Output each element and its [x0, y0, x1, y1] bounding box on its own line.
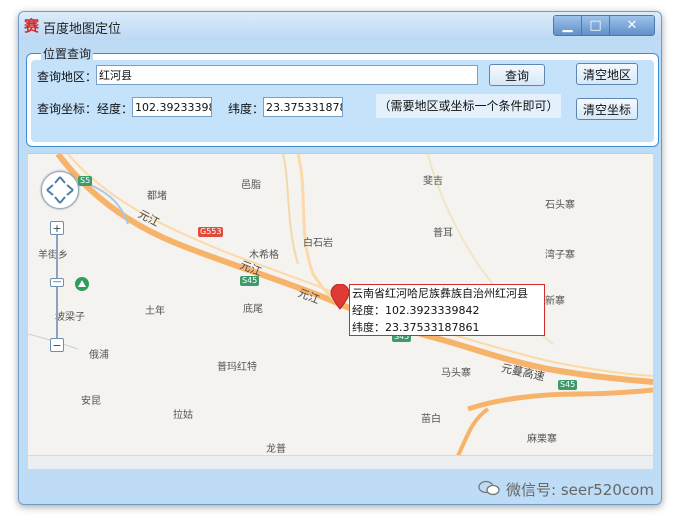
popup-lng: 经度：102.3923339842 — [352, 304, 480, 317]
minimize-button[interactable]: ▁ — [554, 16, 582, 35]
place-label: 新寨 — [545, 296, 565, 307]
zoom-out-button[interactable]: − — [50, 338, 64, 352]
pan-arrows-icon — [46, 176, 74, 204]
popup-lat: 纬度：23.37533187861 — [352, 321, 480, 334]
zoom-in-button[interactable]: + — [50, 221, 64, 235]
place-label: 苗白 — [421, 414, 441, 425]
query-panel: 查询地区： 红河县 查询 清空地区 查询坐标： 经度： 102.39233398… — [31, 60, 654, 142]
location-marker-icon[interactable] — [330, 284, 350, 310]
place-label: 拉姑 — [173, 410, 193, 421]
lng-input[interactable]: 102.392333984 — [132, 97, 212, 117]
pan-control[interactable] — [41, 171, 79, 209]
close-button[interactable]: ✕ — [610, 16, 654, 35]
road-shield: S45 — [240, 276, 260, 286]
place-label: 普玛红特 — [217, 362, 257, 373]
place-label: 羊街乡 — [38, 250, 68, 261]
watermark-text: 微信号: seer520com — [506, 481, 654, 499]
road-shield: S45 — [558, 380, 578, 390]
lng-label: 经度： — [97, 102, 134, 116]
place-label: 邑脂 — [241, 180, 261, 191]
place-label: 石头寨 — [545, 200, 575, 211]
clear-coord-button[interactable]: 清空坐标 — [576, 98, 638, 120]
clear-region-button[interactable]: 清空地区 — [576, 63, 638, 85]
region-label: 查询地区： — [37, 70, 98, 84]
place-label: 白石岩 — [303, 238, 333, 249]
map-horizontal-scrollbar[interactable] — [28, 455, 653, 469]
wechat-icon — [478, 480, 500, 496]
place-label: 都堵 — [147, 191, 167, 202]
zoom-slider-handle[interactable]: — — [50, 278, 64, 287]
hint-text: （需要地区或坐标一个条件即可） — [376, 94, 561, 118]
app-icon: 赛 — [24, 17, 40, 35]
lat-label: 纬度： — [228, 102, 265, 116]
app-window: 赛 百度地图定位 ▁ □ ✕ 位置查询 查询地区： 红河县 查询 清空地区 查询… — [18, 11, 662, 505]
window-controls: ▁ □ ✕ — [553, 15, 655, 36]
road-shield: S5 — [78, 176, 93, 186]
road-shield: G553 — [198, 227, 224, 237]
query-button[interactable]: 查询 — [489, 64, 545, 86]
place-label: 木希格 — [249, 250, 279, 261]
popup-address: 云南省红河哈尼族彝族自治州红河县 — [352, 287, 528, 300]
location-info-popup: 云南省红河哈尼族彝族自治州红河县 经度：102.3923339842 纬度：23… — [349, 284, 545, 336]
place-label: 俄浦 — [89, 350, 109, 361]
place-label: 斐吉 — [423, 176, 443, 187]
map-view[interactable]: 都堵 邑脂 斐吉 石头寨 羊街乡 木希格 白石岩 普耳 湾子寨 土年 底尾 新寨… — [28, 153, 653, 456]
place-label: 底尾 — [243, 304, 263, 315]
coord-label: 查询坐标： — [37, 102, 98, 116]
window-title: 百度地图定位 — [43, 22, 122, 37]
region-input[interactable]: 红河县 — [96, 65, 478, 85]
place-label: 湾子寨 — [545, 250, 575, 261]
place-label: 麻栗寨 — [527, 434, 557, 445]
lat-input[interactable]: 23.3753318786 — [263, 97, 343, 117]
place-label: 龙普 — [266, 444, 286, 455]
maximize-button[interactable]: □ — [582, 16, 610, 35]
location-query-group: 位置查询 查询地区： 红河县 查询 清空地区 查询坐标： 经度： 102.392… — [26, 45, 659, 147]
place-label: 土年 — [145, 306, 165, 317]
place-label: 马头寨 — [441, 368, 471, 379]
place-label: 安昆 — [81, 396, 101, 407]
place-label: 坡梁子 — [55, 312, 85, 323]
place-label: 普耳 — [433, 228, 453, 239]
title-bar[interactable]: 赛 百度地图定位 ▁ □ ✕ — [19, 12, 661, 40]
